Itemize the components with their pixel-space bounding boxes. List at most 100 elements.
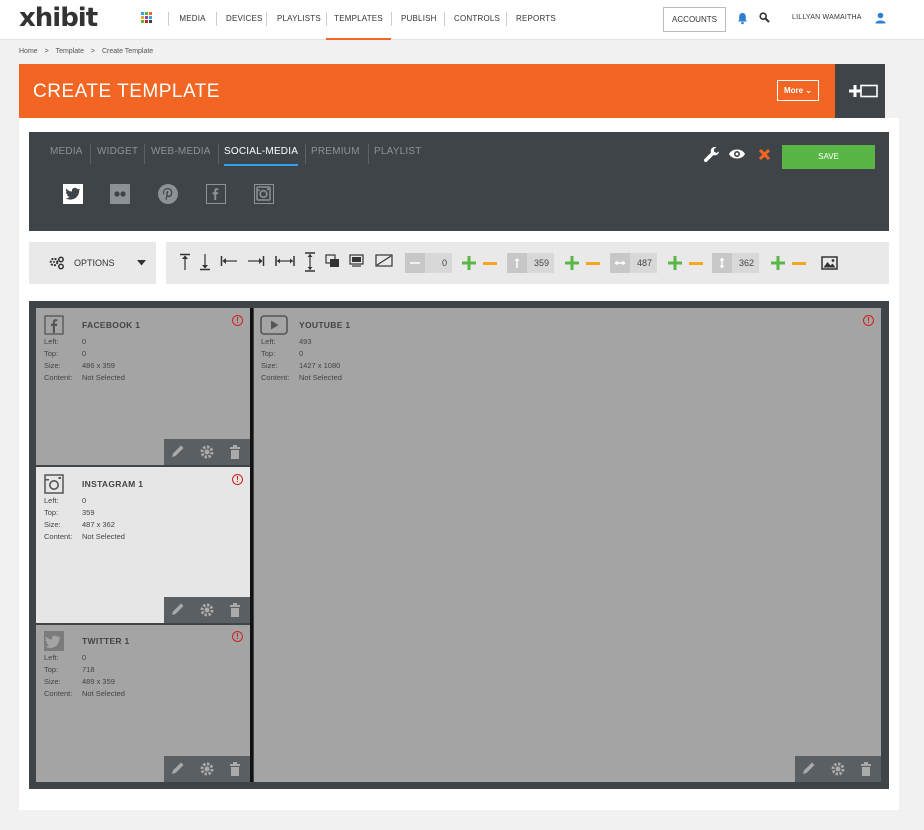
increase-left-icon[interactable] bbox=[462, 256, 476, 270]
decrease-width-icon[interactable] bbox=[689, 262, 703, 265]
tab-divider bbox=[144, 144, 145, 164]
settings-gear-icon[interactable] bbox=[193, 756, 221, 782]
nav-divider bbox=[168, 12, 169, 26]
stretch-horizontal-icon[interactable] bbox=[275, 255, 295, 267]
tab-media[interactable]: MEDIA bbox=[50, 146, 83, 166]
nav-devices[interactable]: DEVICES bbox=[226, 0, 262, 40]
stretch-vertical-icon[interactable] bbox=[304, 252, 316, 272]
warning-icon[interactable]: ! bbox=[232, 474, 243, 485]
top-position-field[interactable]: 359 bbox=[507, 253, 554, 273]
instagram-icon[interactable] bbox=[254, 184, 274, 204]
zone-title: FACEBOOK 1 bbox=[82, 320, 141, 330]
settings-gear-icon[interactable] bbox=[193, 597, 221, 623]
zone-title: INSTAGRAM 1 bbox=[82, 479, 144, 489]
nav-playlists[interactable]: PLAYLISTS bbox=[277, 0, 321, 40]
nav-media[interactable]: MEDIA bbox=[179, 0, 206, 40]
size-value: 489 x 359 bbox=[82, 677, 115, 686]
preview-eye-icon[interactable] bbox=[728, 148, 746, 160]
zone-youtube[interactable]: YOUTUBE 1 ! Left: 493 Top: 0 Size: 1427 … bbox=[254, 308, 881, 782]
accounts-button[interactable]: ACCOUNTS bbox=[663, 7, 726, 32]
user-name[interactable]: LILLYAN WAMAITHA bbox=[792, 14, 862, 21]
send-backward-icon[interactable] bbox=[325, 254, 340, 268]
breadcrumb-separator: > bbox=[44, 48, 49, 55]
align-bottom-icon[interactable] bbox=[199, 253, 211, 271]
flickr-icon[interactable] bbox=[110, 184, 130, 204]
edit-pencil-icon[interactable] bbox=[164, 756, 192, 782]
options-dropdown[interactable]: OPTIONS bbox=[29, 242, 156, 284]
content-value: Not Selected bbox=[82, 689, 125, 698]
logo-text: xhibit bbox=[19, 3, 98, 33]
nav-templates[interactable]: TEMPLATES bbox=[326, 0, 391, 40]
tab-widget[interactable]: WIDGET bbox=[97, 146, 138, 166]
xhibit-logo[interactable]: xhibit bbox=[19, 3, 98, 33]
aspect-ratio-icon[interactable] bbox=[375, 254, 393, 267]
warning-icon[interactable]: ! bbox=[232, 315, 243, 326]
align-right-icon[interactable] bbox=[247, 255, 265, 267]
add-zone-button[interactable] bbox=[835, 64, 885, 118]
zone-facebook[interactable]: FACEBOOK 1 ! Left: 0 Top: 0 Size: 486 x … bbox=[36, 308, 250, 465]
close-icon[interactable] bbox=[758, 148, 771, 161]
top-value: 718 bbox=[82, 665, 95, 674]
twitter-icon bbox=[44, 631, 64, 651]
nav-reports[interactable]: REPORTS bbox=[516, 0, 556, 40]
delete-trash-icon[interactable] bbox=[221, 597, 249, 623]
warning-icon[interactable]: ! bbox=[232, 631, 243, 642]
decrease-height-icon[interactable] bbox=[792, 262, 806, 265]
increase-height-icon[interactable] bbox=[771, 256, 785, 270]
left-label: Left: bbox=[44, 496, 59, 505]
breadcrumb-current: Create Template bbox=[101, 48, 154, 55]
breadcrumb-home[interactable]: Home bbox=[19, 48, 38, 55]
height-field[interactable]: 362 bbox=[712, 253, 759, 273]
height-value: 362 bbox=[738, 258, 754, 268]
zone-instagram[interactable]: INSTAGRAM 1 ! Left: 0 Top: 359 Size: 487… bbox=[36, 467, 250, 623]
content-value: Not Selected bbox=[82, 373, 125, 382]
bring-forward-icon[interactable] bbox=[349, 254, 364, 268]
left-arrow-icon bbox=[405, 253, 425, 273]
delete-trash-icon[interactable] bbox=[852, 756, 880, 782]
search-icon[interactable] bbox=[759, 12, 770, 23]
size-label: Size: bbox=[44, 520, 61, 529]
zone-twitter[interactable]: TWITTER 1 ! Left: 0 Top: 718 Size: 489 x… bbox=[36, 625, 250, 782]
edit-pencil-icon[interactable] bbox=[164, 439, 192, 465]
align-top-icon[interactable] bbox=[179, 253, 191, 271]
nav-publish[interactable]: PUBLISH bbox=[401, 0, 436, 40]
width-value: 487 bbox=[636, 258, 652, 268]
save-button[interactable]: SAVE bbox=[782, 145, 875, 169]
user-icon[interactable] bbox=[875, 12, 886, 24]
pinterest-icon[interactable] bbox=[158, 184, 178, 204]
nav-controls[interactable]: CONTROLS bbox=[454, 0, 500, 40]
decrease-left-icon[interactable] bbox=[483, 262, 497, 265]
options-label: OPTIONS bbox=[74, 258, 115, 268]
size-value: 487 x 362 bbox=[82, 520, 115, 529]
up-arrow-icon bbox=[507, 253, 527, 273]
settings-gear-icon[interactable] bbox=[193, 439, 221, 465]
width-field[interactable]: 487 bbox=[610, 253, 657, 273]
tab-premium[interactable]: PREMIUM bbox=[311, 146, 360, 166]
tab-playlist[interactable]: PLAYLIST bbox=[374, 146, 422, 166]
instagram-icon bbox=[44, 474, 64, 494]
tab-web-media[interactable]: WEB-MEDIA bbox=[151, 146, 211, 166]
background-image-icon[interactable] bbox=[821, 256, 838, 270]
tab-social-media[interactable]: SOCIAL-MEDIA bbox=[224, 146, 299, 166]
bell-icon[interactable] bbox=[737, 12, 748, 25]
wrench-icon[interactable] bbox=[703, 146, 720, 163]
breadcrumb: Home > Template > Create Template bbox=[19, 48, 158, 55]
apps-grid-icon[interactable] bbox=[141, 12, 153, 24]
edit-pencil-icon[interactable] bbox=[164, 597, 192, 623]
decrease-top-icon[interactable] bbox=[586, 262, 600, 265]
facebook-icon[interactable] bbox=[206, 184, 226, 204]
twitter-icon[interactable] bbox=[63, 184, 83, 204]
warning-icon[interactable]: ! bbox=[863, 315, 874, 326]
settings-gear-icon[interactable] bbox=[824, 756, 852, 782]
delete-trash-icon[interactable] bbox=[221, 439, 249, 465]
more-button[interactable]: More ⌄ bbox=[777, 80, 819, 101]
nav-divider bbox=[391, 12, 392, 26]
increase-width-icon[interactable] bbox=[668, 256, 682, 270]
edit-pencil-icon[interactable] bbox=[795, 756, 823, 782]
left-position-field[interactable]: 0 bbox=[405, 253, 452, 273]
delete-trash-icon[interactable] bbox=[221, 756, 249, 782]
increase-top-icon[interactable] bbox=[565, 256, 579, 270]
breadcrumb-template[interactable]: Template bbox=[56, 48, 84, 55]
left-value: 493 bbox=[299, 337, 312, 346]
align-left-icon[interactable] bbox=[220, 255, 238, 267]
